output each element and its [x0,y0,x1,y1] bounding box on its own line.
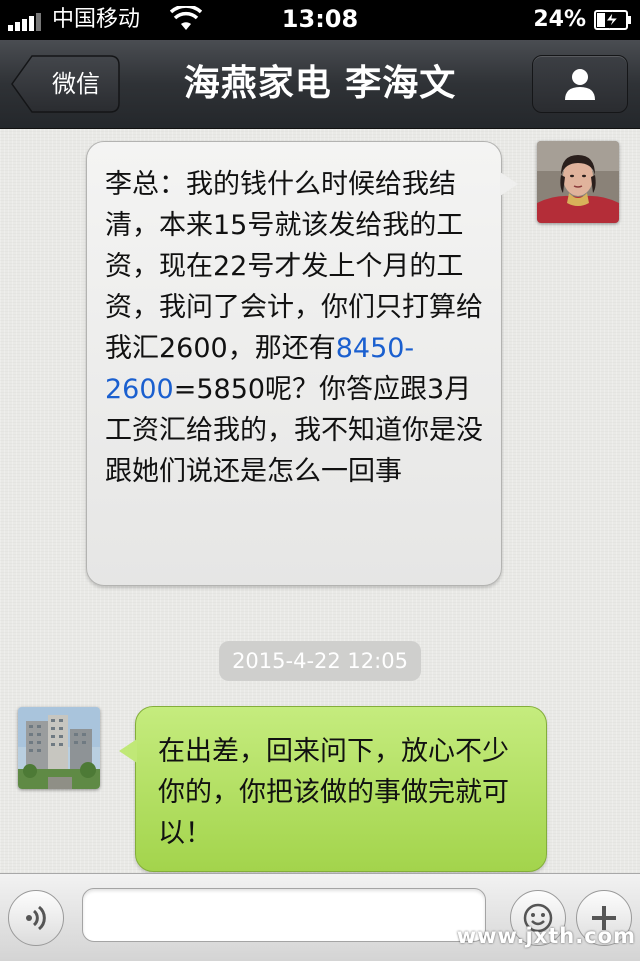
message-input[interactable] [82,888,486,942]
message-timestamp: 2015-4-22 12:05 [219,641,421,681]
person-icon [565,69,595,100]
back-button[interactable]: 微信 [10,55,120,113]
battery-percent: 24% [533,7,586,32]
message-text: 李总：我的钱什么时候给我结清，本来15号就该发给我的工资，现在22号才发上个月的… [105,164,487,492]
message-text: 在出差，回来问下，放心不少你的，你把该做的事做完就可以！ [158,736,509,849]
battery-charging-icon [594,10,631,30]
input-bar: www.jxth.com [0,873,640,961]
chat-title: 海燕家电 李海文 [183,63,457,104]
back-label: 微信 [52,70,100,98]
building-avatar[interactable] [18,707,100,789]
watermark-text: www.jxth.com [456,924,636,948]
bubble-tail [119,739,137,763]
message-text-part: 李总：我的钱什么时候给我结清，本来15号就该发给我的工资，现在22号才发上个月的… [105,169,483,364]
bubble-tail [500,172,518,196]
chat-area[interactable]: 李总：我的钱什么时候给我结清，本来15号就该发给我的工资，现在22号才发上个月的… [0,129,640,873]
message-bubble-outgoing[interactable]: 在出差，回来问下，放心不少你的，你把该做的事做完就可以！ [119,706,547,872]
status-bar: 中国移动 13:08 24% [0,0,640,40]
voice-icon [26,905,46,931]
profile-button[interactable] [532,55,628,113]
woman-avatar[interactable] [537,141,619,223]
nav-bar: 微信 海燕家电 李海文 [0,40,640,129]
voice-button[interactable] [8,890,64,946]
message-bubble-incoming[interactable]: 李总：我的钱什么时候给我结清，本来15号就该发给我的工资，现在22号才发上个月的… [86,141,518,586]
